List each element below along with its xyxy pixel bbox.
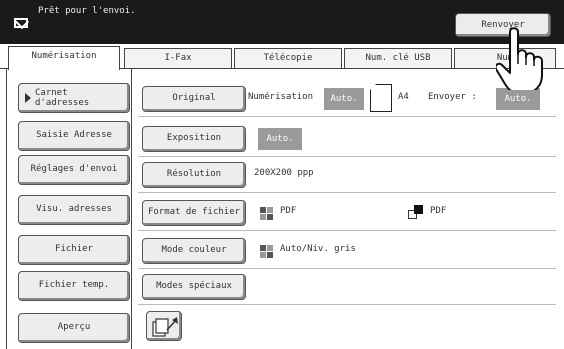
- original-button[interactable]: Original: [142, 86, 246, 112]
- mode-tabs: Numérisation I-Fax Télécopie Num. clé US…: [6, 46, 558, 70]
- color-mode-icon: [260, 245, 273, 258]
- top-bar: Prêt pour l'envoi. Renvoyer: [0, 0, 564, 44]
- rotate-send-icon[interactable]: [146, 311, 182, 341]
- address-book-line1: Carnet: [35, 88, 68, 98]
- scan-auto-badge: Auto.: [324, 88, 364, 110]
- resolution-value: 200X200 ppp: [254, 168, 314, 178]
- pointer-hand-icon: [496, 27, 543, 90]
- exposure-button[interactable]: Exposition: [142, 126, 246, 152]
- scan-label: Numérisation: [248, 92, 314, 102]
- row-exposure: Exposition Auto.: [138, 121, 556, 157]
- paper-size: A4: [398, 92, 409, 102]
- grayscale-grid-icon: [260, 207, 273, 220]
- paper-icon: [369, 83, 392, 112]
- view-addresses-button[interactable]: Visu. adresses: [18, 195, 130, 225]
- exposure-auto-badge: Auto.: [258, 128, 302, 150]
- row-resolution: Résolution 200X200 ppp: [138, 157, 556, 193]
- envelope-icon: [14, 18, 28, 28]
- triangle-right-icon: [25, 93, 31, 103]
- enter-address-button[interactable]: Saisie Adresse: [18, 121, 130, 151]
- quick-file-button[interactable]: Fichier temp.: [18, 271, 130, 301]
- color-mode-button[interactable]: Mode couleur: [142, 238, 246, 264]
- file-format-button[interactable]: Format de fichier: [142, 200, 246, 226]
- file-format-value-2: PDF: [430, 206, 447, 216]
- tab-fax[interactable]: Télécopie: [234, 48, 342, 68]
- row-file-format: Format de fichier PDF PDF: [138, 195, 556, 231]
- row-original: Original Numérisation Auto. A4 Envoyer :…: [138, 81, 556, 117]
- special-modes-button[interactable]: Modes spéciaux: [142, 274, 246, 300]
- row-extra: [138, 307, 556, 347]
- tab-usb-scan[interactable]: Num. clé USB: [344, 48, 452, 68]
- sidebar: Carnet d'adresses Saisie Adresse Réglage…: [6, 69, 132, 349]
- row-color-mode: Mode couleur Auto/Niv. gris: [138, 233, 556, 269]
- row-special-modes: Modes spéciaux: [138, 269, 556, 305]
- send-auto-badge: Auto.: [496, 88, 540, 110]
- send-settings-button[interactable]: Réglages d'envoi: [18, 155, 130, 185]
- file-format-value-1: PDF: [280, 206, 297, 216]
- tab-scan[interactable]: Numérisation: [8, 46, 120, 70]
- send-label: Envoyer :: [428, 92, 477, 102]
- address-book-button[interactable]: Carnet d'adresses: [18, 83, 130, 113]
- tab-ifax[interactable]: I-Fax: [124, 48, 232, 68]
- color-mode-value: Auto/Niv. gris: [280, 244, 356, 254]
- mono-format-icon: [408, 205, 424, 219]
- main-panel: Carnet d'adresses Saisie Adresse Réglage…: [0, 68, 564, 349]
- preview-button[interactable]: Aperçu: [18, 313, 130, 343]
- status-text: Prêt pour l'envoi.: [38, 6, 136, 16]
- resolution-button[interactable]: Résolution: [142, 162, 246, 188]
- address-book-line2: d'adresses: [35, 98, 90, 108]
- file-button[interactable]: Fichier: [18, 235, 130, 265]
